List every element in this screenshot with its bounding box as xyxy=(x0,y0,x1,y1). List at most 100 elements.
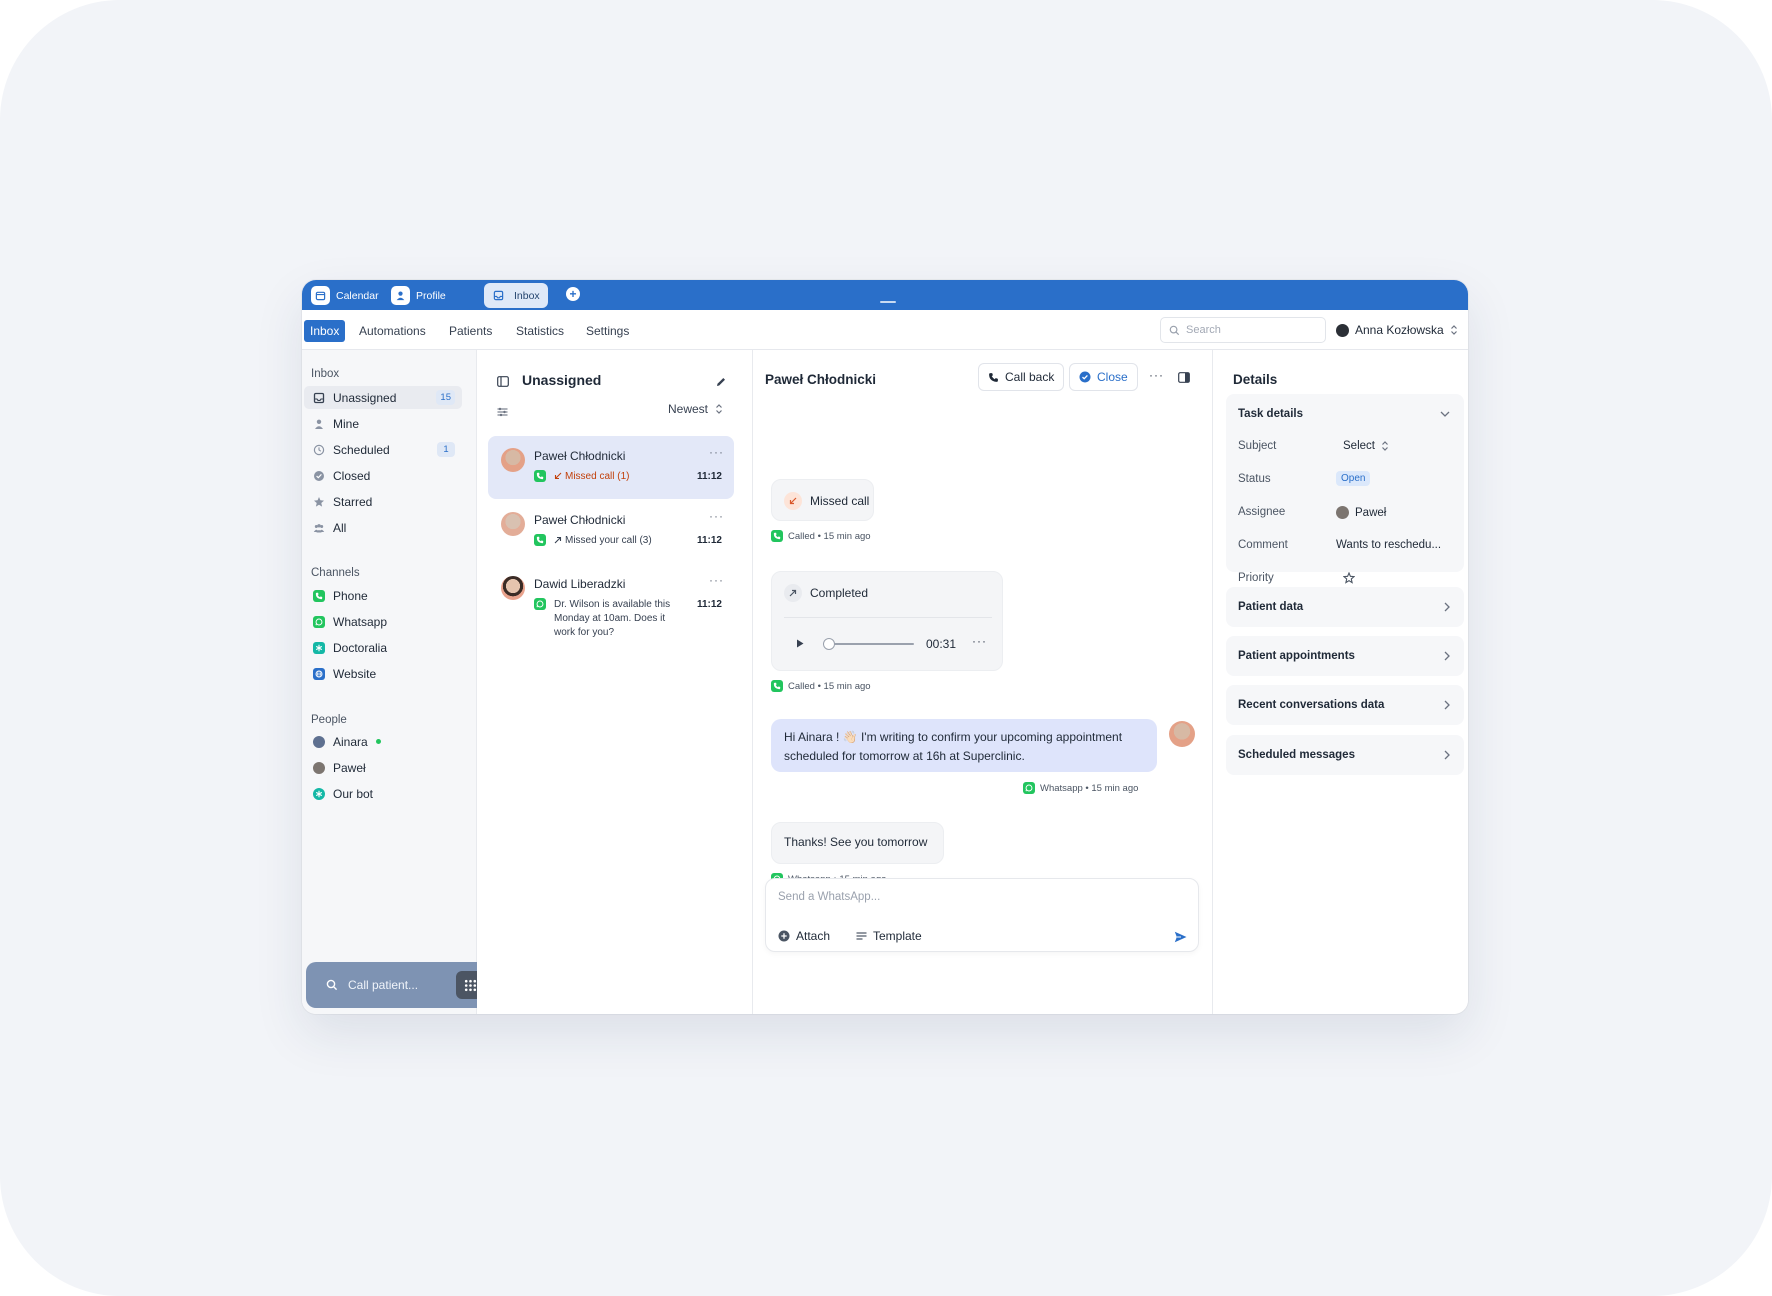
sidebar-item-label: Paweł xyxy=(333,760,366,775)
more-options-icon[interactable]: ··· xyxy=(709,573,724,587)
attach-button[interactable]: Attach xyxy=(778,929,830,943)
sidebar-item-label: Phone xyxy=(333,588,368,603)
call-patient-bar[interactable]: Call patient... xyxy=(306,962,492,1008)
search-icon xyxy=(1169,325,1180,335)
sidebar-item-phone[interactable]: Phone xyxy=(304,584,462,607)
sidebar-item-all[interactable]: All xyxy=(304,516,462,539)
nav-inbox[interactable]: Inbox xyxy=(304,320,346,342)
sidebar-toggle-icon[interactable] xyxy=(497,376,509,387)
check-circle-icon xyxy=(314,470,324,481)
section-label: Recent conversations data xyxy=(1238,699,1385,711)
sidebar-item-label: Unassigned xyxy=(333,390,397,405)
call-patient-input[interactable]: Call patient... xyxy=(348,978,418,992)
sidebar-item-scheduled[interactable]: Scheduled 1 xyxy=(304,438,462,461)
panel-toggle-icon[interactable] xyxy=(1178,372,1190,383)
preview-text: Missed call (1) xyxy=(565,471,630,482)
conversation-name: Paweł Chłodnicki xyxy=(534,449,626,463)
conversation-item[interactable]: Paweł Chłodnicki ··· Missed call (1) 11:… xyxy=(488,436,734,499)
phone-icon xyxy=(771,680,783,692)
message-composer: Send a WhatsApp... Attach Template xyxy=(765,878,1199,952)
patient-data-section[interactable]: Patient data xyxy=(1226,587,1464,627)
sidebar-item-unassigned[interactable]: Unassigned 15 xyxy=(304,386,462,409)
sort-label: Newest xyxy=(668,402,709,416)
whatsapp-icon xyxy=(1023,782,1035,794)
call-back-button[interactable]: Call back xyxy=(978,363,1065,391)
task-details-header[interactable]: Task details xyxy=(1238,408,1303,420)
sidebar-item-closed[interactable]: Closed xyxy=(304,464,462,487)
chevron-updown-icon xyxy=(1382,441,1388,451)
nav-automations[interactable]: Automations xyxy=(359,320,426,342)
new-tab-plus-icon[interactable]: + xyxy=(566,287,580,301)
user-name: Anna Kozłowska xyxy=(1355,323,1444,337)
search-input[interactable]: Search xyxy=(1160,317,1326,343)
outgoing-call-arrow-icon xyxy=(784,584,802,602)
assignee-field[interactable]: Paweł xyxy=(1336,506,1386,519)
star-icon xyxy=(314,496,324,507)
comment-label: Comment xyxy=(1238,539,1288,551)
more-options-icon[interactable]: ··· xyxy=(972,634,987,648)
user-menu[interactable]: Anna Kozłowska xyxy=(1336,318,1458,342)
sidebar-item-website[interactable]: Website xyxy=(304,662,462,685)
background: Calendar Profile Inbox + Inbox Automatio… xyxy=(0,0,1772,1296)
message-meta: Called • 15 min ago xyxy=(771,530,871,542)
recent-conversations-section[interactable]: Recent conversations data xyxy=(1226,685,1464,725)
phone-icon xyxy=(534,470,546,482)
conversation-list: Unassigned Newest Paweł Chłodnicki ··· M… xyxy=(477,350,753,1014)
status-field[interactable]: Open xyxy=(1336,471,1371,486)
meta-text: Called • 15 min ago xyxy=(788,530,871,542)
clock-icon xyxy=(313,444,325,455)
tab-profile[interactable]: Profile xyxy=(386,283,454,308)
sidebar-item-doctoralia[interactable]: Doctoralia xyxy=(304,636,462,659)
filter-sliders-icon[interactable] xyxy=(497,407,508,417)
task-details-card: Task details Subject Select Status Open … xyxy=(1226,394,1464,584)
sidebar-item-mine[interactable]: Mine xyxy=(304,412,462,435)
sidebar: Inbox Unassigned 15 Mine Scheduled 1 Clo… xyxy=(302,350,492,1014)
inbox-tray-icon xyxy=(313,392,325,403)
conversation-item[interactable]: Paweł Chłodnicki ··· Missed your call (3… xyxy=(488,500,734,563)
sidebar-item-our-bot[interactable]: Our bot xyxy=(304,782,462,805)
meta-text: Whatsapp • 15 min ago xyxy=(1040,782,1139,794)
conversation-item[interactable]: Dawid Liberadzki ··· Dr. Wilson is avail… xyxy=(488,564,734,644)
tab-calendar[interactable]: Calendar xyxy=(306,283,387,308)
scheduled-messages-section[interactable]: Scheduled messages xyxy=(1226,735,1464,775)
nav-settings[interactable]: Settings xyxy=(586,320,629,342)
more-options-icon[interactable]: ··· xyxy=(709,509,724,523)
sort-dropdown[interactable]: Newest xyxy=(668,402,723,416)
audio-duration: 00:31 xyxy=(926,637,957,651)
audio-progress-track[interactable] xyxy=(823,643,914,645)
window-drag-grip[interactable] xyxy=(880,301,896,303)
sidebar-item-starred[interactable]: Starred xyxy=(304,490,462,513)
chevron-down-icon[interactable] xyxy=(1440,411,1450,417)
tab-inbox[interactable]: Inbox xyxy=(484,283,548,308)
calendar-icon xyxy=(311,286,330,305)
audio-scrub-handle[interactable] xyxy=(823,638,835,650)
message-input[interactable]: Send a WhatsApp... xyxy=(778,891,880,903)
nav-patients[interactable]: Patients xyxy=(449,320,492,342)
avatar xyxy=(1336,323,1349,337)
edit-pencil-icon[interactable] xyxy=(715,376,727,388)
avatar xyxy=(1169,721,1195,747)
priority-field[interactable] xyxy=(1343,572,1355,584)
avatar xyxy=(1336,506,1349,519)
preview-text: Missed your call (3) xyxy=(565,535,652,546)
subject-select[interactable]: Select xyxy=(1343,440,1389,452)
count-badge: 15 xyxy=(436,390,455,405)
attach-label: Attach xyxy=(796,929,831,943)
patient-appointments-section[interactable]: Patient appointments xyxy=(1226,636,1464,676)
online-status-dot xyxy=(375,739,381,744)
play-icon[interactable] xyxy=(796,639,804,648)
comment-field[interactable]: Wants to reschedu... xyxy=(1336,539,1441,551)
sidebar-heading-inbox: Inbox xyxy=(311,368,340,380)
sidebar-item-whatsapp[interactable]: Whatsapp xyxy=(304,610,462,633)
more-options-icon[interactable]: ··· xyxy=(1149,368,1164,382)
avatar xyxy=(501,576,525,600)
sidebar-item-pawel[interactable]: Paweł xyxy=(304,756,462,779)
sidebar-item-label: Doctoralia xyxy=(333,640,388,655)
close-button[interactable]: Close xyxy=(1069,363,1138,391)
template-button[interactable]: Template xyxy=(856,929,922,943)
more-options-icon[interactable]: ··· xyxy=(709,445,724,459)
send-icon[interactable] xyxy=(1174,931,1187,943)
sidebar-item-ainara[interactable]: Ainara xyxy=(304,730,462,753)
nav-statistics[interactable]: Statistics xyxy=(516,320,564,342)
completed-call-bubble: Completed 00:31 ··· xyxy=(771,571,1003,671)
